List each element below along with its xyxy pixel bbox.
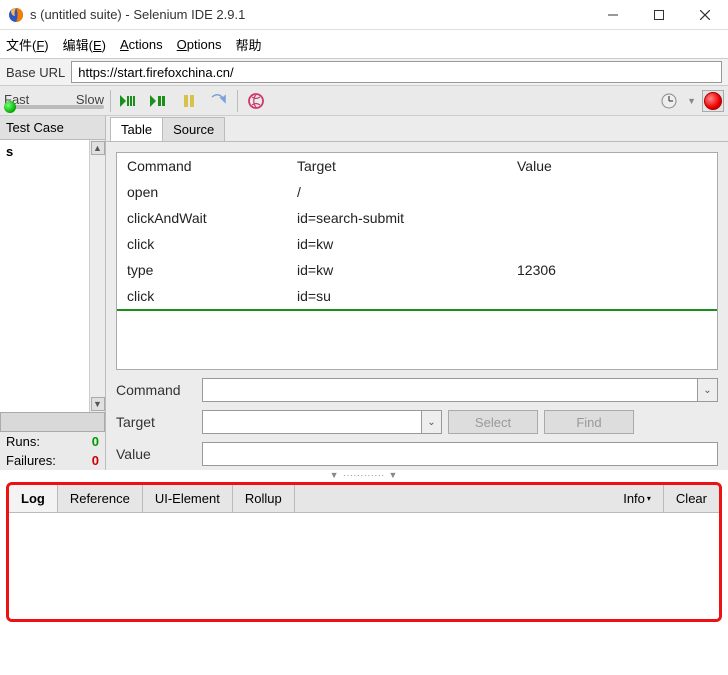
pause-button[interactable] — [177, 89, 201, 113]
failures-value: 0 — [92, 453, 99, 468]
form-value-label: Value — [116, 446, 196, 462]
scroll-down-icon[interactable]: ▼ — [91, 397, 105, 411]
select-button[interactable]: Select — [448, 410, 538, 434]
splitter[interactable]: ▼ ∙∙∙∙∙∙∙∙∙∙∙∙ ▼ — [0, 470, 728, 480]
log-panel: Log Reference UI-Element Rollup Info▾ Cl… — [6, 482, 722, 622]
dropdown-caret-icon[interactable]: ▼ — [687, 96, 696, 106]
step-button[interactable] — [207, 89, 231, 113]
log-body — [9, 513, 719, 619]
scroll-up-icon[interactable]: ▲ — [91, 141, 105, 155]
tab-table[interactable]: Table — [110, 117, 163, 141]
tab-ui-element[interactable]: UI-Element — [143, 485, 232, 512]
record-button[interactable] — [702, 90, 724, 112]
toolbar: FastSlow ▼ — [0, 86, 728, 116]
tab-log[interactable]: Log — [9, 485, 57, 512]
tab-source[interactable]: Source — [162, 117, 225, 141]
form-target-input[interactable] — [202, 410, 422, 434]
progress-bar — [0, 412, 105, 432]
form-target-label: Target — [116, 414, 196, 430]
menu-help[interactable]: 帮助 — [235, 35, 261, 54]
play-suite-button[interactable] — [117, 89, 141, 113]
table-row[interactable]: clickid=kw — [117, 231, 717, 257]
runs-value: 0 — [92, 434, 99, 449]
minimize-button[interactable] — [590, 0, 636, 29]
base-url-label: Base URL — [6, 65, 65, 80]
col-target: Target — [287, 153, 507, 179]
title-bar: s (untitled suite) - Selenium IDE 2.9.1 — [0, 0, 728, 30]
menu-bar: 文件(F) 编辑(E) Actions Options 帮助 — [0, 30, 728, 58]
tab-reference[interactable]: Reference — [58, 485, 142, 512]
play-test-button[interactable] — [147, 89, 171, 113]
scheduler-icon[interactable] — [657, 89, 681, 113]
test-case-header: Test Case — [0, 116, 105, 140]
menu-actions[interactable]: Actions — [120, 37, 163, 52]
base-url-row: Base URL — [0, 58, 728, 86]
runs-label: Runs: — [6, 434, 40, 449]
info-dropdown[interactable]: Info▾ — [611, 485, 663, 512]
find-button[interactable]: Find — [544, 410, 634, 434]
speed-slider[interactable]: FastSlow — [4, 92, 104, 109]
menu-edit[interactable]: 编辑(E) — [63, 35, 106, 54]
tab-rollup[interactable]: Rollup — [233, 485, 294, 512]
scrollbar[interactable]: ▲ ▼ — [89, 140, 105, 412]
table-row[interactable]: clickAndWaitid=search-submit — [117, 205, 717, 231]
col-command: Command — [117, 153, 287, 179]
editor-panel: Table Source Command Target Value open/c… — [106, 116, 728, 470]
base-url-input[interactable] — [71, 61, 722, 83]
col-value: Value — [507, 153, 717, 179]
table-row[interactable]: open/ — [117, 179, 717, 205]
form-value-input[interactable] — [202, 442, 718, 466]
maximize-button[interactable] — [636, 0, 682, 29]
rollup-icon[interactable] — [244, 89, 268, 113]
form-command-input[interactable] — [202, 378, 698, 402]
chevron-down-icon[interactable]: ⌄ — [698, 378, 718, 402]
table-row[interactable]: clickid=su — [117, 283, 717, 309]
close-button[interactable] — [682, 0, 728, 29]
command-grid[interactable]: Command Target Value open/clickAndWaitid… — [116, 152, 718, 370]
window-title: s (untitled suite) - Selenium IDE 2.9.1 — [30, 7, 590, 22]
chevron-down-icon[interactable]: ⌄ — [422, 410, 442, 434]
menu-options[interactable]: Options — [177, 37, 222, 52]
test-case-panel: Test Case s ▲ ▼ Runs: 0 Failures: 0 — [0, 116, 106, 470]
menu-file[interactable]: 文件(F) — [6, 35, 49, 54]
failures-label: Failures: — [6, 453, 56, 468]
form-command-label: Command — [116, 382, 196, 398]
clear-button[interactable]: Clear — [664, 485, 719, 512]
test-case-list[interactable]: s — [0, 140, 89, 412]
firefox-icon — [8, 7, 24, 23]
table-row[interactable]: typeid=kw12306 — [117, 257, 717, 283]
